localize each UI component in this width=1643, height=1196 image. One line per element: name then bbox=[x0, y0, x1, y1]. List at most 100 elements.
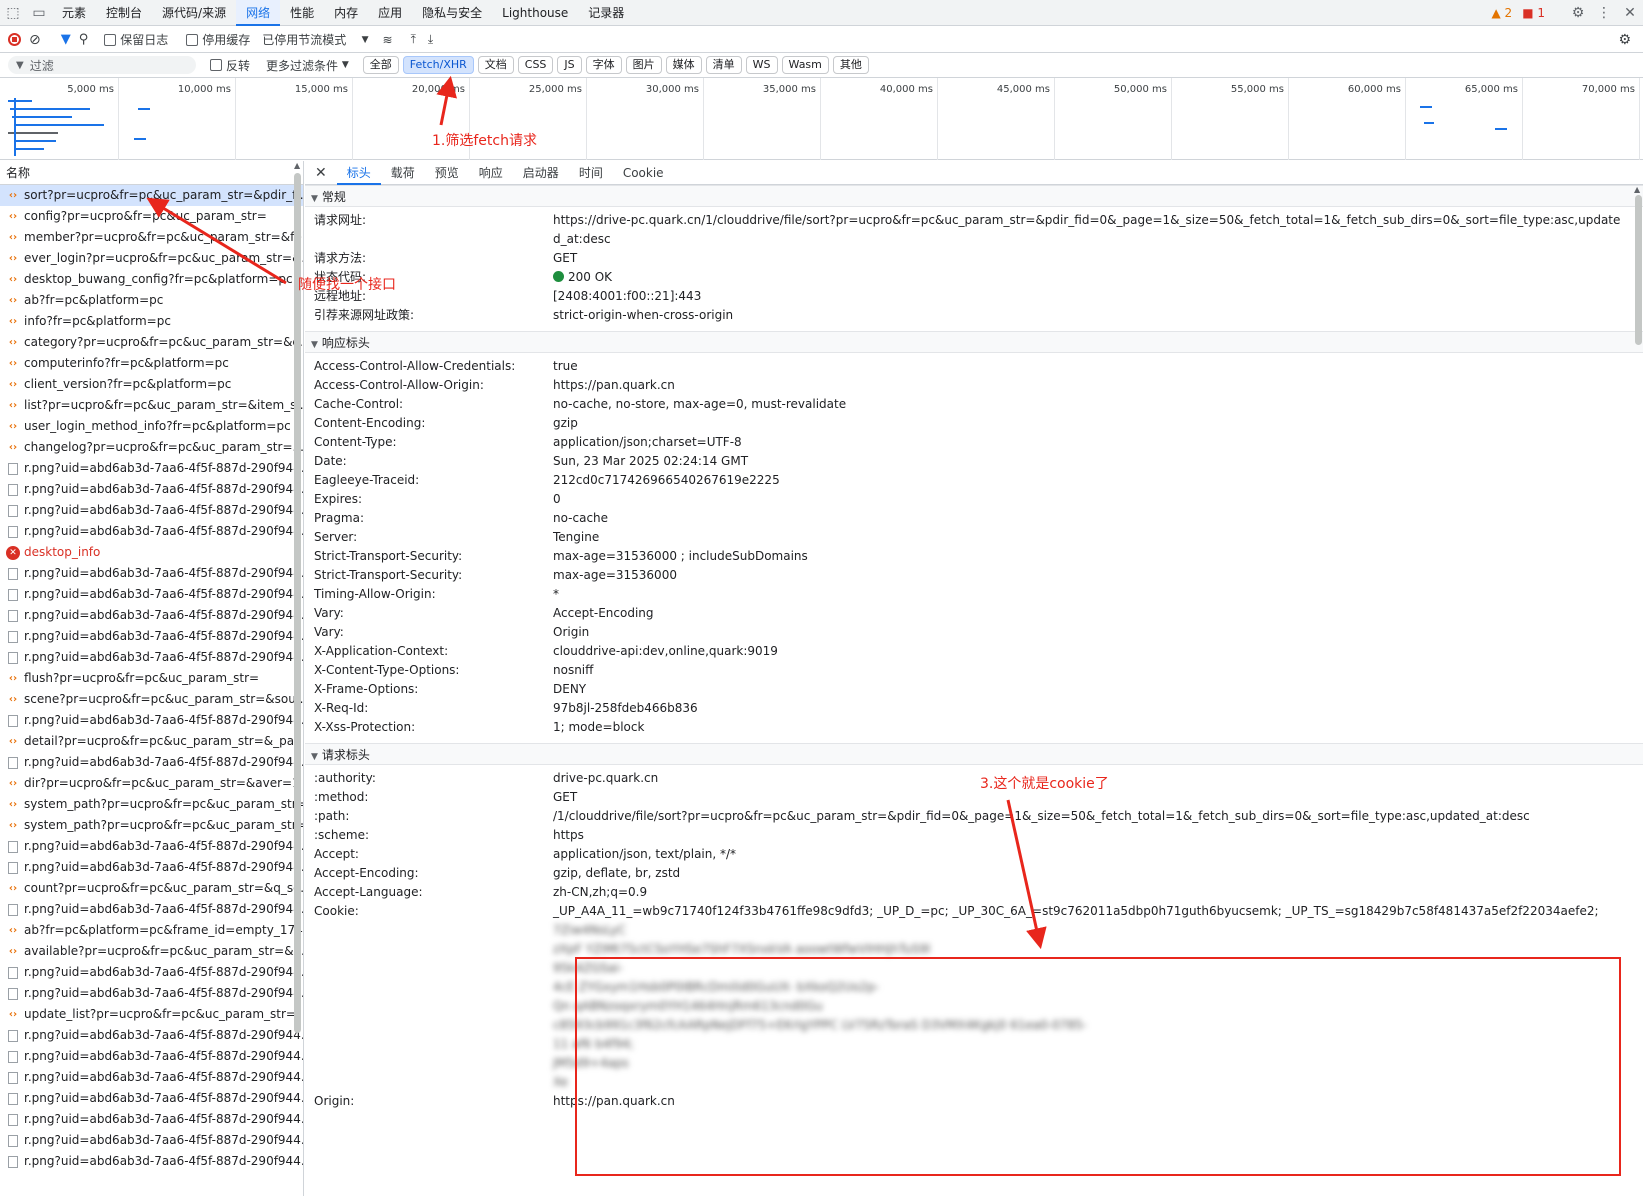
filter-toggle-button[interactable]: ▼ bbox=[61, 32, 71, 47]
filter-chip[interactable]: 媒体 bbox=[665, 56, 702, 74]
export-har-button[interactable]: ⤓ bbox=[428, 32, 433, 47]
request-row[interactable]: r.png?uid=abd6ab3d-7aa6-4f5f-887d-290f94… bbox=[0, 1025, 303, 1046]
request-row[interactable]: r.png?uid=abd6ab3d-7aa6-4f5f-887d-290f94… bbox=[0, 500, 303, 521]
request-row[interactable]: r.png?uid=abd6ab3d-7aa6-4f5f-887d-290f94… bbox=[0, 1130, 303, 1151]
request-row[interactable]: ‹› system_path?pr=ucpro&fr=pc&uc_param_st… bbox=[0, 815, 303, 836]
scroll-up-icon[interactable]: ▲ bbox=[294, 161, 300, 170]
detail-tab[interactable]: Cookie bbox=[613, 161, 674, 185]
filter-chip[interactable]: WS bbox=[745, 56, 778, 74]
request-row[interactable]: ‹› update_list?pr=ucpro&fr=pc&uc_param_st… bbox=[0, 1004, 303, 1025]
panel-tab[interactable]: 元素 bbox=[52, 0, 96, 26]
panel-tab[interactable]: 网络 bbox=[236, 0, 281, 26]
general-section-header[interactable]: ▼ 常规 bbox=[305, 185, 1643, 207]
close-devtools-icon[interactable]: ✕ bbox=[1617, 0, 1643, 26]
name-column-header[interactable]: 名称 bbox=[0, 161, 303, 185]
filter-chip[interactable]: Wasm bbox=[781, 56, 829, 74]
invert-checkbox[interactable]: 反转 bbox=[210, 57, 250, 74]
more-filters-dropdown[interactable]: 更多过滤条件 ▼ bbox=[266, 57, 349, 74]
filter-chip[interactable]: 文档 bbox=[477, 56, 514, 74]
clear-button[interactable]: ⊘ bbox=[29, 32, 41, 48]
request-row[interactable]: ‹› category?pr=ucpro&fr=pc&uc_param_str=&… bbox=[0, 332, 303, 353]
request-row[interactable]: ‹› sort?pr=ucpro&fr=pc&uc_param_str=&pdir… bbox=[0, 185, 303, 206]
request-row[interactable]: ‹› desktop_buwang_config?fr=pc&platform=p… bbox=[0, 269, 303, 290]
request-row[interactable]: r.png?uid=abd6ab3d-7aa6-4f5f-887d-290f94… bbox=[0, 962, 303, 983]
request-headers-section-header[interactable]: ▼ 请求标头 bbox=[305, 743, 1643, 765]
panel-tab[interactable]: 控制台 bbox=[96, 0, 152, 26]
scrollbar-thumb[interactable] bbox=[294, 173, 301, 1033]
request-row[interactable]: r.png?uid=abd6ab3d-7aa6-4f5f-887d-290f94… bbox=[0, 563, 303, 584]
search-button[interactable]: ⚲ bbox=[79, 32, 89, 47]
detail-tab[interactable]: 标头 bbox=[336, 161, 381, 185]
filter-chip[interactable]: JS bbox=[557, 56, 582, 74]
request-row[interactable]: r.png?uid=abd6ab3d-7aa6-4f5f-887d-290f94… bbox=[0, 899, 303, 920]
filter-chip[interactable]: 图片 bbox=[625, 56, 662, 74]
settings-gear-icon[interactable]: ⚙ bbox=[1565, 0, 1591, 26]
request-row[interactable]: r.png?uid=abd6ab3d-7aa6-4f5f-887d-290f94… bbox=[0, 983, 303, 1004]
request-row[interactable]: r.png?uid=abd6ab3d-7aa6-4f5f-887d-290f94… bbox=[0, 647, 303, 668]
filter-chip[interactable]: 全部 bbox=[362, 56, 399, 74]
warnings-badge[interactable]: ▲ 2 bbox=[1491, 6, 1512, 20]
request-row[interactable]: ‹› ab?fr=pc&platform=pc&frame_id=empty_17… bbox=[0, 920, 303, 941]
request-row[interactable]: ‹› user_login_method_info?fr=pc&platform=… bbox=[0, 416, 303, 437]
inspect-element-icon[interactable]: ⬚ bbox=[0, 0, 26, 26]
panel-tab[interactable]: 隐私与安全 bbox=[412, 0, 492, 26]
request-row[interactable]: r.png?uid=abd6ab3d-7aa6-4f5f-887d-290f94… bbox=[0, 1109, 303, 1130]
network-conditions-button[interactable]: ≋ bbox=[383, 33, 393, 47]
request-row[interactable]: ‹› system_path?pr=ucpro&fr=pc&uc_param_st… bbox=[0, 794, 303, 815]
request-row[interactable]: r.png?uid=abd6ab3d-7aa6-4f5f-887d-290f94… bbox=[0, 605, 303, 626]
request-row[interactable]: r.png?uid=abd6ab3d-7aa6-4f5f-887d-290f94… bbox=[0, 1067, 303, 1088]
panel-tab[interactable]: 应用 bbox=[368, 0, 412, 26]
issues-badge[interactable]: ■ 1 bbox=[1522, 6, 1545, 20]
request-row[interactable]: r.png?uid=abd6ab3d-7aa6-4f5f-887d-290f94… bbox=[0, 1088, 303, 1109]
request-row[interactable]: r.png?uid=abd6ab3d-7aa6-4f5f-887d-290f94… bbox=[0, 1046, 303, 1067]
disable-cache-checkbox[interactable]: 停用缓存 bbox=[186, 31, 250, 48]
request-row[interactable]: r.png?uid=abd6ab3d-7aa6-4f5f-887d-290f94… bbox=[0, 710, 303, 731]
filter-chip[interactable]: 清单 bbox=[705, 56, 742, 74]
more-options-icon[interactable]: ⋮ bbox=[1591, 0, 1617, 26]
request-row[interactable]: r.png?uid=abd6ab3d-7aa6-4f5f-887d-290f94… bbox=[0, 521, 303, 542]
scrollbar-thumb[interactable] bbox=[1635, 195, 1642, 345]
request-row[interactable]: ‹› info?fr=pc&platform=pc bbox=[0, 311, 303, 332]
request-row[interactable]: ‹› flush?pr=ucpro&fr=pc&uc_param_str= bbox=[0, 668, 303, 689]
request-row[interactable]: r.png?uid=abd6ab3d-7aa6-4f5f-887d-290f94… bbox=[0, 752, 303, 773]
filter-chip[interactable]: 字体 bbox=[585, 56, 622, 74]
request-row[interactable]: ✕ desktop_info bbox=[0, 542, 303, 563]
response-headers-section-header[interactable]: ▼ 响应标头 bbox=[305, 331, 1643, 353]
panel-tab[interactable]: Lighthouse bbox=[492, 0, 578, 26]
request-row[interactable]: ‹› computerinfo?fr=pc&platform=pc bbox=[0, 353, 303, 374]
request-row[interactable]: ‹› list?pr=ucpro&fr=pc&uc_param_str=&item… bbox=[0, 395, 303, 416]
close-detail-icon[interactable]: ✕ bbox=[305, 161, 337, 185]
request-row[interactable]: r.png?uid=abd6ab3d-7aa6-4f5f-887d-290f94… bbox=[0, 1151, 303, 1172]
request-row[interactable]: ‹› ab?fr=pc&platform=pc bbox=[0, 290, 303, 311]
timeline-overview[interactable]: 5,000 ms 10,000 ms 15,000 ms 20,000 ms 25,00… bbox=[0, 78, 1643, 160]
request-row[interactable]: ‹› config?pr=ucpro&fr=pc&uc_param_str= bbox=[0, 206, 303, 227]
request-row[interactable]: ‹› scene?pr=ucpro&fr=pc&uc_param_str=&sou… bbox=[0, 689, 303, 710]
panel-tab[interactable]: 性能 bbox=[280, 0, 324, 26]
request-row[interactable]: ‹› count?pr=ucpro&fr=pc&uc_param_str=&q_s… bbox=[0, 878, 303, 899]
request-row[interactable]: ‹› dir?pr=ucpro&fr=pc&uc_param_str=&aver=… bbox=[0, 773, 303, 794]
detail-tab[interactable]: 载荷 bbox=[381, 161, 425, 185]
request-row[interactable]: r.png?uid=abd6ab3d-7aa6-4f5f-887d-290f94… bbox=[0, 626, 303, 647]
request-row[interactable]: ‹› client_version?fr=pc&platform=pc bbox=[0, 374, 303, 395]
detail-tab[interactable]: 预览 bbox=[425, 161, 469, 185]
import-har-button[interactable]: ⤒ bbox=[411, 32, 416, 47]
preserve-log-checkbox[interactable]: 保留日志 bbox=[104, 31, 168, 48]
detail-tab[interactable]: 启动器 bbox=[513, 161, 569, 185]
request-row[interactable]: ‹› ever_login?pr=ucpro&fr=pc&uc_param_str… bbox=[0, 248, 303, 269]
request-row[interactable]: ‹› available?pr=ucpro&fr=pc&uc_param_str=… bbox=[0, 941, 303, 962]
request-row[interactable]: ‹› member?pr=ucpro&fr=pc&uc_param_str=&fe… bbox=[0, 227, 303, 248]
panel-tab[interactable]: 记录器 bbox=[578, 0, 634, 26]
record-button[interactable] bbox=[8, 33, 21, 46]
scroll-up-icon[interactable]: ▲ bbox=[1634, 185, 1640, 194]
panel-tab[interactable]: 内存 bbox=[324, 0, 368, 26]
device-toolbar-icon[interactable]: ▭ bbox=[26, 0, 52, 26]
detail-scrollbar[interactable]: ▲ bbox=[1633, 185, 1643, 1196]
network-settings-button[interactable]: ⚙ bbox=[1618, 32, 1631, 48]
request-row[interactable]: r.png?uid=abd6ab3d-7aa6-4f5f-887d-290f94… bbox=[0, 479, 303, 500]
request-row[interactable]: ‹› changelog?pr=ucpro&fr=pc&uc_param_str=… bbox=[0, 437, 303, 458]
detail-tab[interactable]: 时间 bbox=[569, 161, 613, 185]
filter-chip[interactable]: Fetch/XHR bbox=[402, 56, 474, 74]
throttle-select[interactable]: 已停用节流模式 ▼ bbox=[262, 31, 368, 48]
filter-chip[interactable]: 其他 bbox=[832, 56, 869, 74]
filter-chip[interactable]: CSS bbox=[517, 56, 554, 74]
